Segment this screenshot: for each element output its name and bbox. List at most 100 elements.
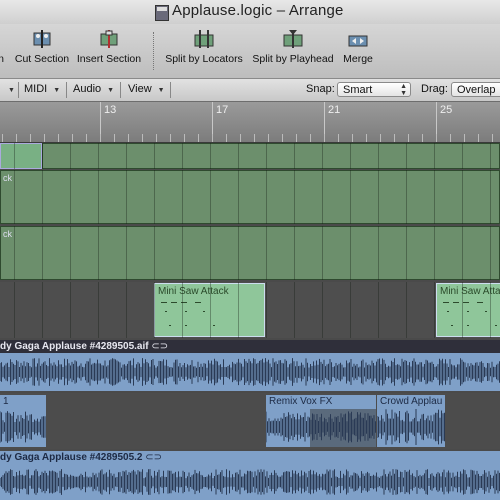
ruler-tick bbox=[422, 134, 423, 142]
view-menu-label: View bbox=[128, 83, 152, 95]
merge-label: Merge bbox=[343, 53, 373, 65]
region-label: ck bbox=[3, 229, 12, 239]
split-locators-icon bbox=[194, 30, 214, 48]
cut-icon bbox=[0, 30, 14, 48]
edit-menu-arrow[interactable]: ▼ bbox=[2, 82, 15, 97]
audio-track-2[interactable]: 1 Remix Vox FX Crowd Applau bbox=[0, 393, 500, 449]
ruler-tick bbox=[282, 134, 283, 142]
ruler-tick bbox=[310, 134, 311, 142]
ruler-tick bbox=[170, 134, 171, 142]
document-icon bbox=[155, 5, 169, 21]
midi-region-loop[interactable] bbox=[42, 143, 500, 169]
track-lane-4[interactable]: Mini Saw Attack Mini Saw Atta bbox=[0, 282, 500, 338]
track-lane-1[interactable] bbox=[0, 143, 500, 169]
region-name: Mini Saw Atta bbox=[440, 286, 500, 297]
midi-menu-label: MIDI bbox=[24, 83, 48, 95]
view-menu[interactable]: View ▼ bbox=[128, 82, 165, 97]
loop-icon: ⊂⊃ bbox=[151, 341, 169, 352]
menu-divider bbox=[18, 82, 19, 98]
midi-menu[interactable]: MIDI ▼ bbox=[24, 82, 60, 97]
audio-menu-label: Audio bbox=[73, 83, 102, 95]
snap-select[interactable]: Smart ▲ ▼ bbox=[337, 82, 411, 97]
snap-value: Smart bbox=[343, 84, 373, 96]
ruler-tick bbox=[72, 134, 73, 142]
midi-region-track2[interactable]: ck bbox=[0, 170, 500, 224]
audio-track-3[interactable] bbox=[0, 464, 500, 500]
crowd-applause-region[interactable]: Crowd Applau bbox=[377, 395, 445, 447]
cut-section-icon bbox=[32, 30, 52, 48]
ruler-tick bbox=[212, 134, 213, 142]
insert-section-icon bbox=[99, 30, 119, 48]
merge-icon bbox=[348, 30, 368, 48]
midi-notes bbox=[443, 302, 497, 326]
ruler-tick bbox=[128, 134, 129, 142]
ruler-tick bbox=[226, 134, 227, 142]
audio-region-name: dy Gaga Applause #4289505.aif bbox=[0, 341, 149, 352]
ruler-tick bbox=[436, 134, 437, 142]
waveform bbox=[0, 358, 500, 386]
region-name: Mini Saw Attack bbox=[158, 286, 229, 297]
split-playhead-icon bbox=[283, 30, 303, 48]
menu-divider bbox=[66, 82, 67, 98]
ruler-tick bbox=[58, 134, 59, 142]
split-by-locators-label: Split by Locators bbox=[165, 53, 243, 65]
ruler-tick bbox=[2, 134, 3, 142]
midi-region-small[interactable] bbox=[0, 143, 42, 169]
chevron-down-icon: ▼ bbox=[53, 87, 61, 94]
track-lane-2[interactable]: ck bbox=[0, 170, 500, 224]
midi-notes bbox=[161, 302, 215, 326]
insert-section-button[interactable]: Insert Section bbox=[76, 30, 142, 72]
cut-label: n bbox=[0, 53, 4, 65]
mini-saw-attack-region[interactable]: Mini Saw Attack bbox=[154, 283, 265, 337]
ruler-tick bbox=[352, 134, 353, 142]
menu-divider bbox=[170, 82, 171, 98]
split-by-playhead-button[interactable]: Split by Playhead bbox=[252, 30, 334, 72]
audio-region-left[interactable]: 1 bbox=[0, 395, 46, 447]
waveform-path bbox=[0, 358, 500, 386]
waveform-path bbox=[377, 409, 445, 445]
cut-section-button[interactable]: Cut Section bbox=[14, 30, 70, 72]
ruler-tick bbox=[86, 134, 87, 142]
split-by-locators-button[interactable]: Split by Locators bbox=[164, 30, 244, 72]
merge-button[interactable]: Merge bbox=[340, 30, 376, 72]
audio-region-header-1[interactable]: dy Gaga Applause #4289505.aif ⊂⊃ bbox=[0, 340, 500, 353]
ruler-tick bbox=[142, 134, 143, 142]
waveform-path bbox=[0, 469, 500, 495]
ruler-tick bbox=[254, 134, 255, 142]
waveform bbox=[0, 469, 500, 495]
ruler-tick bbox=[324, 134, 325, 142]
waveform bbox=[266, 411, 376, 443]
region-label: ck bbox=[3, 173, 12, 183]
window-title: Applause.logic – Arrange bbox=[172, 2, 344, 19]
ruler-tick bbox=[100, 134, 101, 142]
audio-track-1[interactable] bbox=[0, 353, 500, 391]
mini-saw-attack-region-2[interactable]: Mini Saw Atta bbox=[436, 283, 500, 337]
up-down-arrows-icon: ▲ ▼ bbox=[400, 83, 407, 97]
audio-region-name: dy Gaga Applause #4289505.2 bbox=[0, 452, 143, 463]
track-lane-3[interactable]: ck bbox=[0, 226, 500, 280]
toolbar: n Cut Section Insert Section Split by Lo… bbox=[0, 24, 500, 79]
arrange-local-menu-bar: ▼ MIDI ▼ Audio ▼ View ▼ Snap: Smart ▲ ▼ Drag… bbox=[0, 79, 500, 102]
loop-icon: ⊂⊃ bbox=[145, 452, 163, 463]
drag-label: Drag: bbox=[421, 83, 448, 95]
menu-divider bbox=[120, 82, 121, 98]
audio-region-header-3[interactable]: dy Gaga Applause #4289505.2 ⊂⊃ bbox=[0, 451, 500, 464]
waveform bbox=[377, 409, 445, 445]
insert-section-label: Insert Section bbox=[76, 53, 142, 65]
ruler-bar-13: 13 bbox=[104, 104, 117, 116]
audio-menu[interactable]: Audio ▼ bbox=[73, 82, 114, 97]
waveform-path bbox=[0, 411, 46, 443]
remix-vox-fx-region[interactable]: Remix Vox FX bbox=[266, 395, 376, 447]
cut-button[interactable]: n bbox=[0, 30, 8, 72]
bar-ruler[interactable]: 13 17 21 25 bbox=[0, 102, 500, 143]
drag-select[interactable]: Overlap bbox=[451, 82, 500, 97]
ruler-tick bbox=[156, 134, 157, 142]
ruler-tick bbox=[492, 134, 493, 142]
ruler-tick bbox=[44, 134, 45, 142]
ruler-tick bbox=[408, 134, 409, 142]
waveform-path bbox=[266, 411, 376, 443]
ruler-tick bbox=[464, 134, 465, 142]
midi-region-track3[interactable]: ck bbox=[0, 226, 500, 280]
ruler-tick bbox=[338, 134, 339, 142]
ruler-tick bbox=[114, 134, 115, 142]
